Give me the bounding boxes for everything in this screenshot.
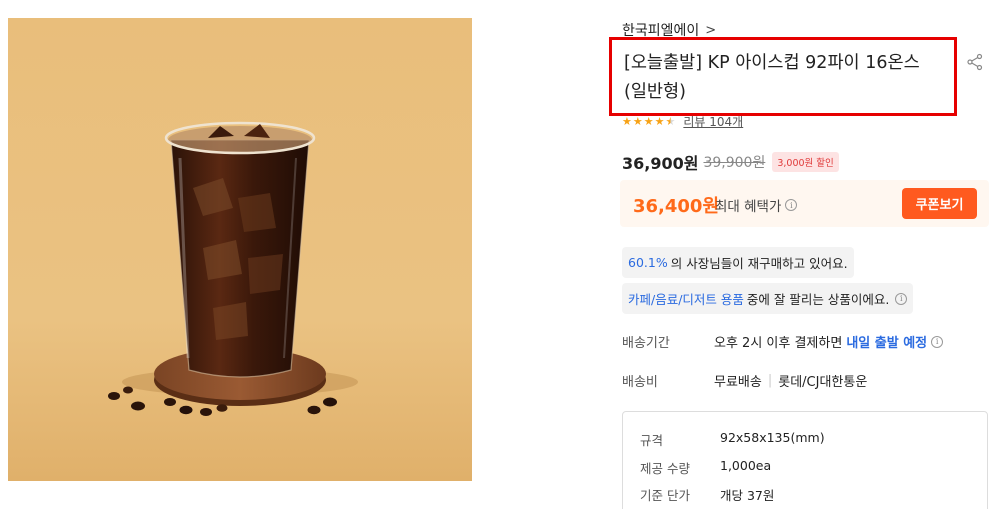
shipping-carrier: 롯데/CJ대한통운 [778,375,868,390]
coupon-button[interactable]: 쿠폰보기 [902,188,977,219]
original-price: 39,900원 [703,155,766,171]
rating-stars: ★ ★ ★ ★ ★ [622,116,675,127]
product-title-highlight: [오늘출발] KP 아이스컵 92파이 16온스 (일반형) [609,37,957,116]
category-link[interactable]: 카페/음료/디저트 용품 [628,289,744,308]
current-price: 36,900원 [622,154,699,173]
best-price-label-wrap: 최대 혜택가 i [715,195,798,215]
spec-value: 92x58x135(mm) [720,430,825,445]
share-icon[interactable] [966,53,984,71]
shipping-period-text: 오후 2시 이후 결제하면 [714,336,843,351]
shipping-fee-free: 무료배송 [714,375,762,390]
best-price-label: 최대 혜택가 [715,199,782,215]
rating-row: ★ ★ ★ ★ ★ 리뷰 104개 [622,113,743,130]
product-image [8,18,472,481]
product-title-line2: (일반형) [624,82,686,102]
best-price-box: 36,400원 최대 혜택가 i 쿠폰보기 [620,180,989,227]
shipping-eta: 내일 출발 예정 [846,336,928,351]
review-count-link[interactable]: 리뷰 104개 [683,113,743,130]
spec-row: 제공 수량 1,000ea [640,458,771,477]
shipping-fee-value: 무료배송 | 롯데/CJ대한통운 [714,371,867,390]
category-tag: 카페/음료/디저트 용품 중에 잘 팔리는 상품이에요. i [622,283,914,314]
info-icon[interactable]: i [785,199,798,211]
star-icon: ★ [622,115,632,128]
best-price: 36,400원 [633,196,720,217]
reorder-tag: 60.1% 의 사장님들이 재구매하고 있어요. [622,247,854,278]
shipping-period-label: 배송기간 [622,336,670,351]
product-info: 한국피엘에이 > [오늘출발] KP 아이스컵 92파이 16온스 (일반형) … [609,0,992,509]
shipping-fee-label: 배송비 [622,375,658,390]
product-title-line1: [오늘출발] KP 아이스컵 92파이 16온스 [624,53,920,73]
spec-value: 개당 37원 [720,488,775,503]
info-icon[interactable]: i [931,335,944,348]
shipping-period-row: 배송기간 오후 2시 이후 결제하면 내일 출발 예정 i [622,332,944,351]
chevron-right-icon: > [705,22,717,38]
spec-label: 기준 단가 [640,488,690,503]
divider: | [767,373,773,388]
reorder-text: 의 사장님들이 재구매하고 있어요. [670,256,848,271]
half-star-icon: ★ [665,115,676,128]
star-icon: ★ [654,115,665,128]
price-row: 36,900원 39,900원 3,000원 할인 [622,150,839,174]
reorder-rate: 60.1% [628,255,668,270]
spec-row: 기준 단가 개당 37원 [640,485,774,504]
star-icon: ★ [643,115,654,128]
shipping-fee-row: 배송비 무료배송 | 롯데/CJ대한통운 [622,371,867,390]
star-icon: ★ [632,115,643,128]
spec-label: 제공 수량 [640,461,690,476]
shipping-period-value: 오후 2시 이후 결제하면 내일 출발 예정 i [714,332,944,351]
info-icon[interactable]: i [895,292,908,305]
spec-row: 규격 92x58x135(mm) [640,430,825,449]
spec-label: 규격 [640,433,664,448]
spec-table: 규격 92x58x135(mm) 제공 수량 1,000ea 기준 단가 개당 … [622,411,988,509]
spec-value: 1,000ea [720,458,772,473]
discount-badge: 3,000원 할인 [772,152,839,172]
category-text: 중에 잘 팔리는 상품이에요. [746,292,890,307]
